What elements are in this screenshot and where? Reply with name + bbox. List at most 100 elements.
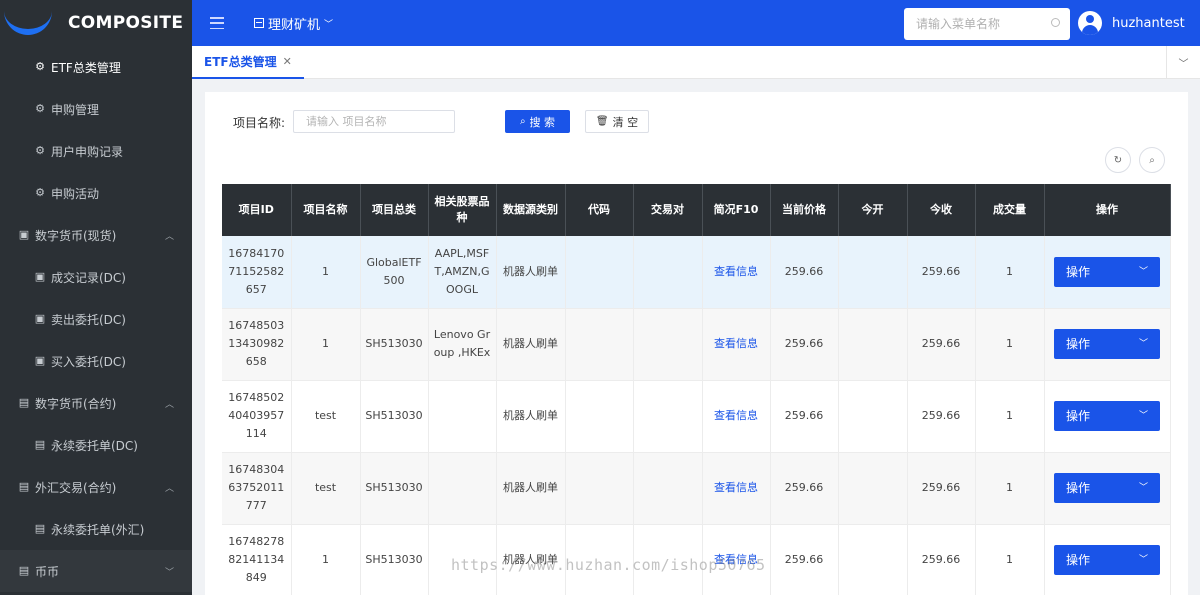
user-menu[interactable]: huzhantest [1078, 11, 1185, 35]
view-info-link[interactable]: 查看信息 [714, 337, 758, 350]
sidebar-item[interactable]: ▤ 外汇交易(合约) ︿ [0, 466, 192, 508]
cell-volume: 1 [975, 308, 1045, 381]
cell-price: 259.66 [770, 308, 839, 381]
cell-action: 操作 ﹀ [1044, 308, 1171, 381]
toggle-search-button[interactable]: ⌕ [1139, 147, 1165, 173]
sidebar-item[interactable]: ▣ 数字货币(现货) ︿ [0, 214, 192, 256]
close-icon[interactable]: ✕ [283, 55, 292, 68]
chevron-down-icon: ﹀ [1138, 266, 1148, 277]
cell-category: SH513030 [360, 380, 429, 453]
module-selector[interactable]: 理财矿机 ﹀ [254, 14, 333, 33]
logo[interactable]: COMPOSITE [0, 0, 192, 46]
column-header: 简况F10 [702, 184, 771, 236]
cell-pair [633, 452, 703, 525]
etf-table: 项目ID 项目名称 项目总类 相关股票品种 数据源类别 代码 交易对 简况F10 当前价格 今开今… [222, 184, 1171, 595]
action-dropdown-button[interactable]: 操作 ﹀ [1054, 473, 1160, 503]
sidebar-item[interactable]: ⚙ 申购活动 [0, 172, 192, 214]
column-header: 项目ID [222, 184, 292, 236]
sidebar-item[interactable]: ▣ 卖出委托(DC) [0, 298, 192, 340]
tab-etf-management[interactable]: ETF总类管理 ✕ [192, 46, 304, 79]
cell-close: 259.66 [907, 524, 976, 595]
column-header: 相关股票品种 [428, 184, 497, 236]
sidebar-item[interactable]: ⚙ 申购管理 [0, 88, 192, 130]
briefcase-icon: ▣ [34, 312, 46, 325]
view-info-link[interactable]: 查看信息 [714, 481, 758, 494]
cell-category: SH513030 [360, 524, 429, 595]
action-dropdown-button[interactable]: 操作 ﹀ [1054, 401, 1160, 431]
cell-open [838, 308, 908, 381]
cell-stocks: Lenovo Group ,HKEx [428, 308, 497, 381]
column-header: 当前价格 [770, 184, 839, 236]
menu-search-input[interactable] [916, 17, 1046, 31]
column-header: 成交量 [975, 184, 1045, 236]
sidebar-item[interactable]: ▤ 币币 ﹀ [0, 550, 192, 592]
module-label: 理财矿机 [268, 17, 321, 33]
cell-close: 259.66 [907, 236, 976, 309]
briefcase-icon: ▣ [34, 270, 46, 283]
cell-open [838, 452, 908, 525]
table-row[interactable]: 1674850240403957114 test SH513030 机器人刷单 查看信息… [222, 380, 1171, 453]
gear-icon: ⚙ [35, 102, 45, 115]
clear-button-label: 清 空 [612, 115, 639, 129]
sidebar-item[interactable]: ⚙ ETF总类管理 [0, 46, 192, 88]
search-icon[interactable] [1051, 18, 1060, 27]
list-icon: ▤ [34, 438, 46, 451]
cell-id: 1674850240403957114 [222, 380, 292, 453]
table-row[interactable]: 1674830463752011777 test SH513030 机器人刷单 查看信息… [222, 452, 1171, 525]
cell-id: 1674830463752011777 [222, 452, 292, 525]
cell-price: 259.66 [770, 452, 839, 525]
view-info-link[interactable]: 查看信息 [714, 265, 758, 278]
column-header: 项目名称 [291, 184, 361, 236]
cell-id: 1678417071152582657 [222, 236, 292, 309]
cell-name: test [291, 380, 361, 453]
action-dropdown-button[interactable]: 操作 ﹀ [1054, 545, 1160, 575]
refresh-button[interactable]: ↻ [1105, 147, 1131, 173]
sidebar-item-label: 申购活动 [51, 186, 100, 201]
cell-f10: 查看信息 [702, 308, 771, 381]
sidebar-item[interactable]: ▤ 数字货币(合约) ︿ [0, 382, 192, 424]
sidebar-item-label: 成交记录(DC) [51, 270, 126, 285]
sidebar-item-label: ETF总类管理 [51, 60, 121, 75]
column-header: 代码 [565, 184, 634, 236]
action-dropdown-button[interactable]: 操作 ﹀ [1054, 329, 1160, 359]
briefcase-icon: ▣ [18, 228, 30, 241]
sidebar-item[interactable]: ▣ 成交记录(DC) [0, 256, 192, 298]
sidebar-item[interactable]: ▤ 永续委托单(外汇) [0, 508, 192, 550]
sidebar-item[interactable]: ⚙ 用户申购记录 [0, 130, 192, 172]
sidebar-item[interactable]: ▣ 买入委托(DC) [0, 340, 192, 382]
clear-button[interactable]: 🗑 清 空 [585, 110, 649, 133]
table-row[interactable]: 1678417071152582657 1 GlobalETF500 AAPL,MSF… [222, 236, 1171, 309]
gear-icon: ⚙ [35, 186, 45, 199]
chevron-up-icon: ︿ [164, 483, 174, 494]
tabs-dropdown-button[interactable]: ﹀ [1166, 46, 1200, 79]
cell-code [565, 236, 634, 309]
action-dropdown-button[interactable]: 操作 ﹀ [1054, 256, 1160, 287]
cell-pair [633, 380, 703, 453]
project-name-input[interactable] [293, 110, 455, 133]
chevron-up-icon: ︿ [164, 399, 174, 410]
action-label: 操作 [1066, 409, 1091, 423]
sidebar-item-label: 卖出委托(DC) [51, 312, 126, 327]
hamburger-menu-icon[interactable] [210, 17, 224, 29]
cell-id: 1674827882141134849 [222, 524, 292, 595]
chevron-down-icon: ﹀ [1138, 411, 1148, 421]
logo-mark-icon [4, 11, 52, 35]
action-label: 操作 [1066, 553, 1091, 567]
view-info-link[interactable]: 查看信息 [714, 409, 758, 422]
sidebar-item-label: 申购管理 [51, 102, 100, 117]
table-row[interactable]: 1674850313430982658 1 SH513030 Lenovo Group… [222, 308, 1171, 381]
document-icon: ▤ [18, 480, 30, 493]
cell-price: 259.66 [770, 524, 839, 595]
avatar[interactable] [1078, 11, 1102, 35]
cell-source: 机器人刷单 [496, 236, 566, 309]
cell-id: 1674850313430982658 [222, 308, 292, 381]
cell-stocks [428, 380, 497, 453]
search-button[interactable]: ⌕ 搜 索 [505, 110, 570, 133]
cell-pair [633, 236, 703, 309]
cell-source: 机器人刷单 [496, 308, 566, 381]
cell-name: 1 [291, 308, 361, 381]
cell-f10: 查看信息 [702, 236, 771, 309]
sidebar-item[interactable]: ▤ 永续委托单(DC) [0, 424, 192, 466]
search-button-label: 搜 索 [529, 115, 556, 129]
sidebar-menu: ⚙ ETF总类管理 ⚙ 申购管理 ⚙ 用户申购记录 ⚙ 申购活动 ▣ 数字货币(现货) ︿ ▣ 成交记录… [0, 46, 192, 592]
